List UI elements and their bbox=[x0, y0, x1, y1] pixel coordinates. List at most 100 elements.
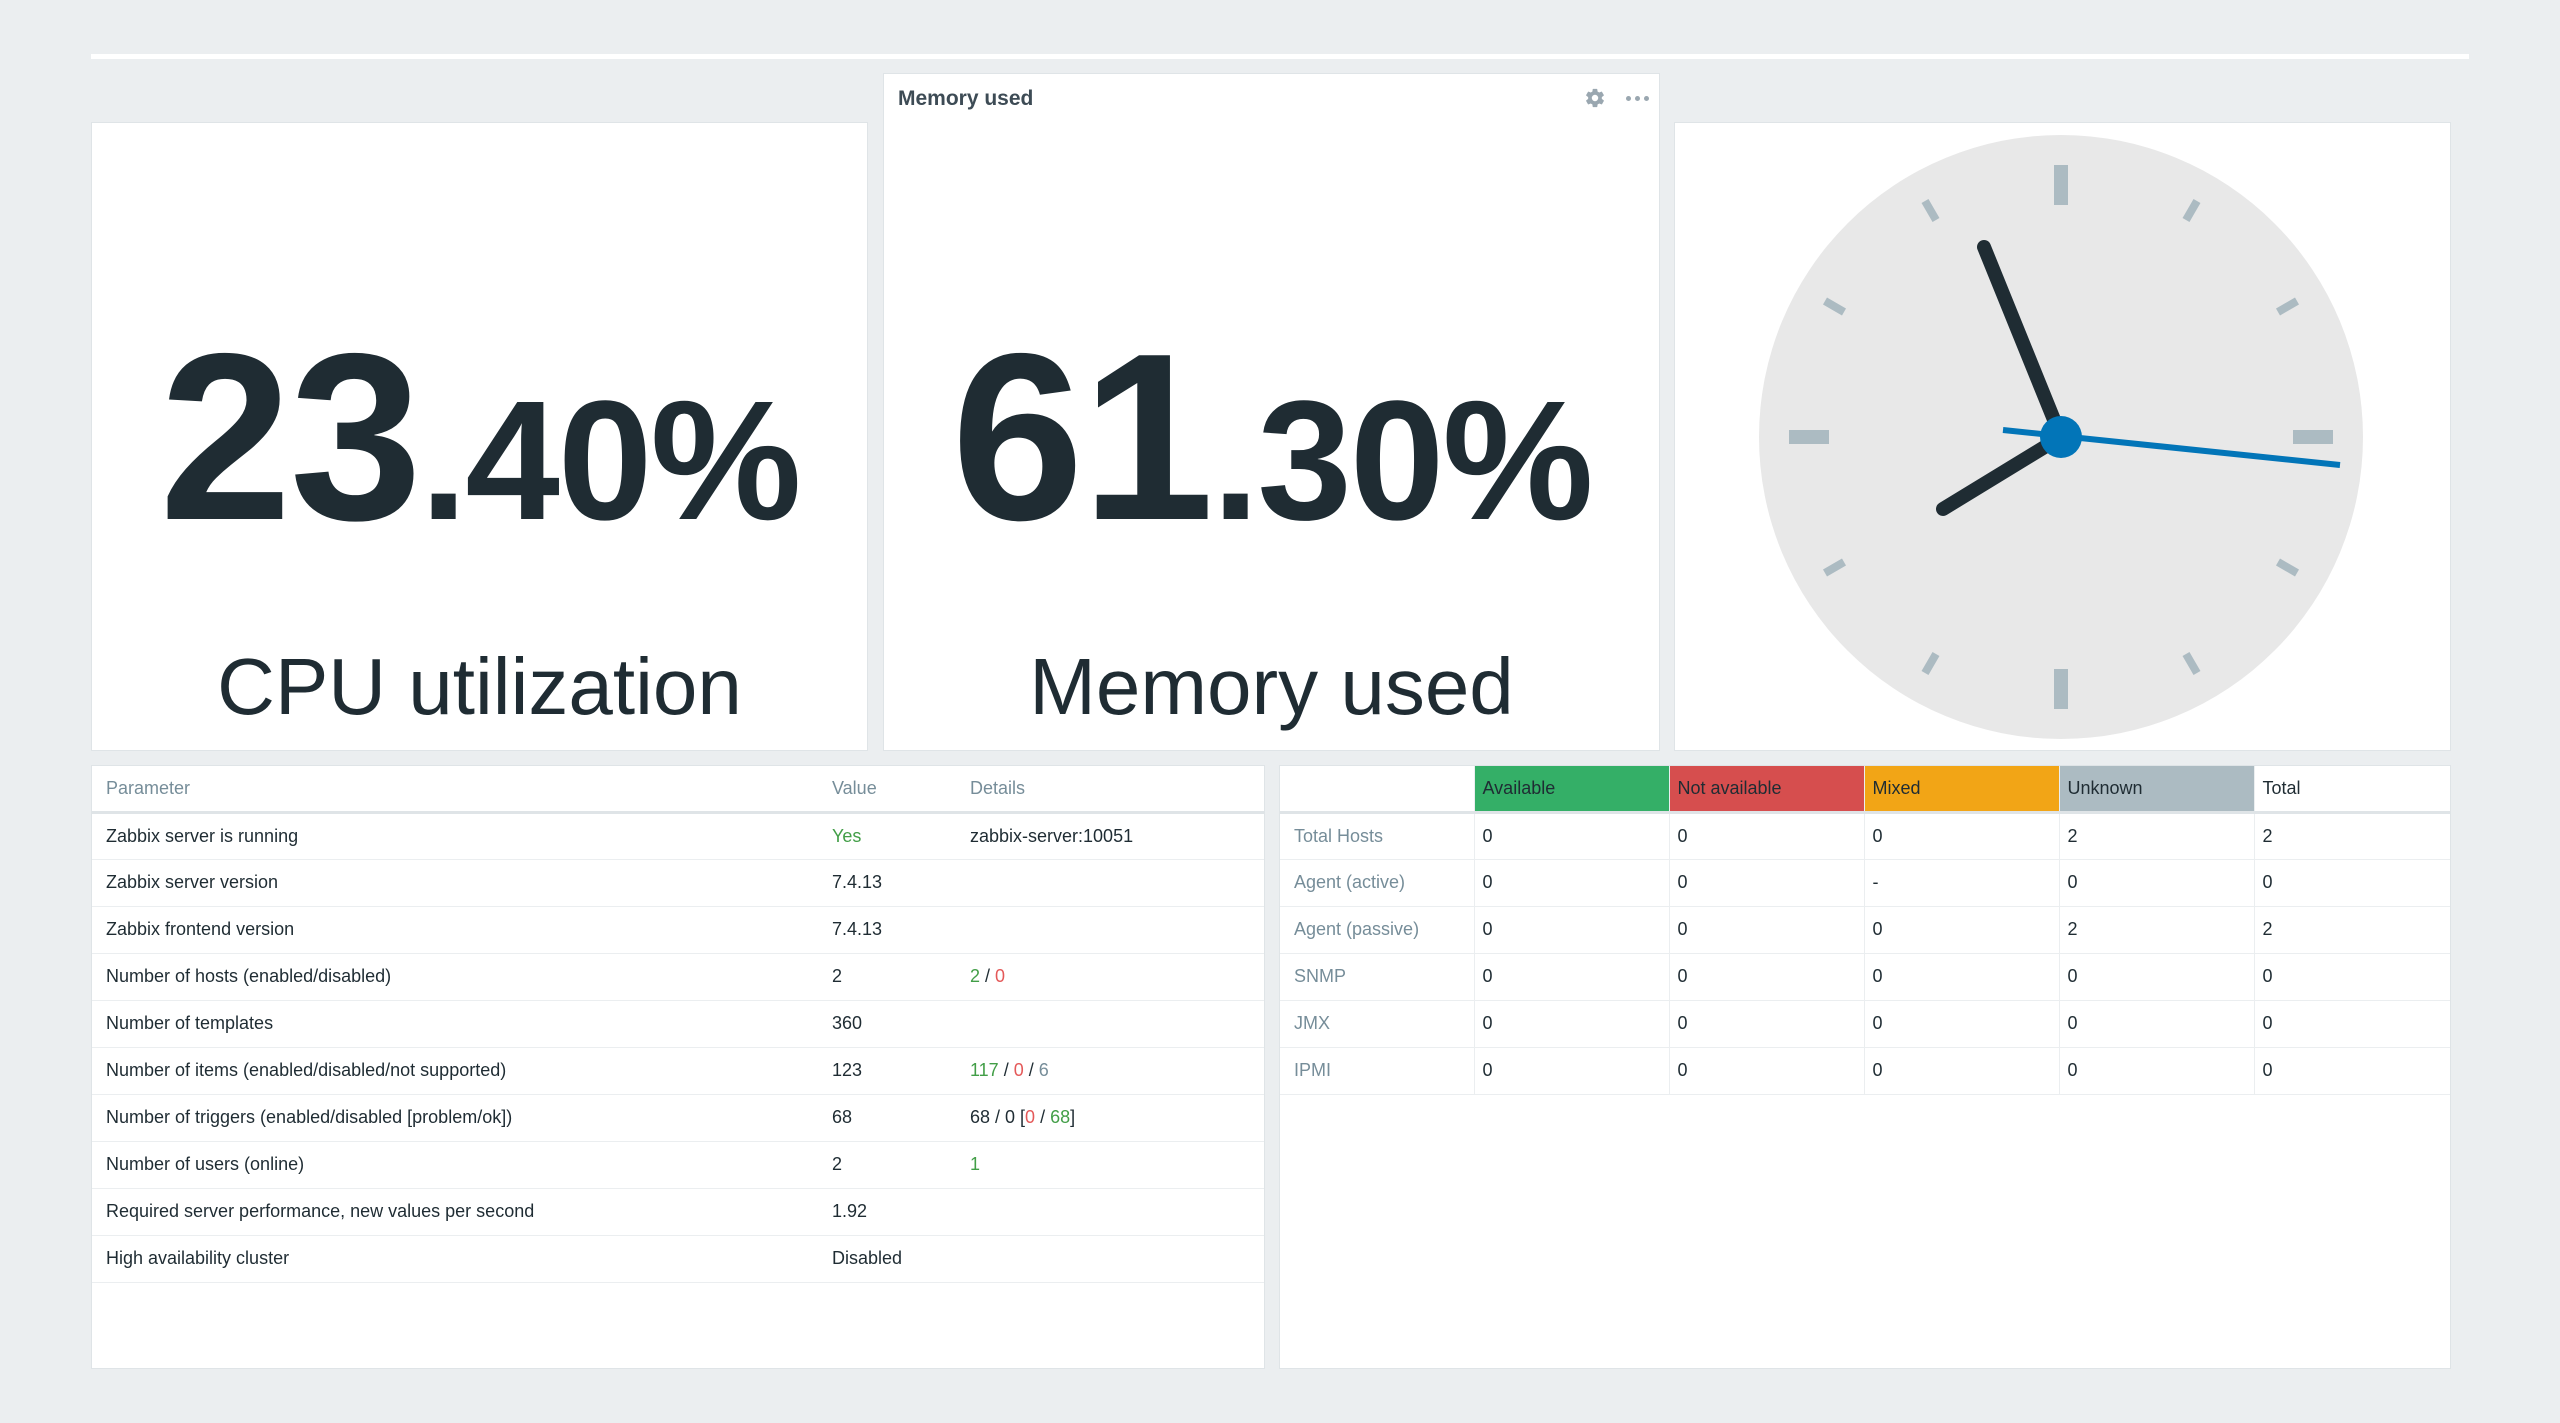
table-row: IPMI 0 0 0 0 0 bbox=[1280, 1047, 2450, 1095]
parameter-cell: Zabbix server is running bbox=[92, 812, 818, 860]
value-cell: 7.4.13 bbox=[818, 859, 956, 907]
row-label: Agent (active) bbox=[1280, 859, 1474, 907]
column-header-unknown: Unknown bbox=[2058, 766, 2254, 814]
mixed-cell: 0 bbox=[1863, 953, 2059, 1001]
details-cell bbox=[956, 1188, 1264, 1236]
value-cell: 68 bbox=[818, 1094, 956, 1142]
host-availability-widget[interactable]: Available Not available Mixed Unknown To… bbox=[1279, 765, 2451, 1369]
unknown-cell: 0 bbox=[2058, 953, 2254, 1001]
cpu-value: 23.40% bbox=[92, 301, 867, 574]
table-row: Number of users (online) 2 1 bbox=[92, 1141, 1264, 1189]
table-row: SNMP 0 0 0 0 0 bbox=[1280, 953, 2450, 1001]
details-separator: / bbox=[1023, 1060, 1039, 1080]
column-header-parameter: Parameter bbox=[92, 766, 818, 814]
available-cell: 0 bbox=[1473, 812, 1669, 860]
unknown-cell: 0 bbox=[2058, 1000, 2254, 1048]
unknown-cell: 0 bbox=[2058, 859, 2254, 907]
not-available-cell: 0 bbox=[1668, 906, 1864, 954]
details-enabled: 2 bbox=[970, 966, 981, 986]
available-cell: 0 bbox=[1473, 953, 1669, 1001]
more-options-icon bbox=[1625, 95, 1649, 101]
system-info-table: Parameter Value Details Zabbix server is… bbox=[92, 766, 1264, 1283]
details-problem: 0 bbox=[1025, 1107, 1036, 1127]
details-cell bbox=[956, 906, 1264, 954]
parameter-cell: Number of templates bbox=[92, 1000, 818, 1048]
not-available-cell: 0 bbox=[1668, 1000, 1864, 1048]
value-cell: 2 bbox=[818, 1141, 956, 1189]
column-header-mixed: Mixed bbox=[1863, 766, 2059, 814]
cpu-utilization-widget[interactable]: 23.40% CPU utilization bbox=[91, 122, 868, 751]
details-not-supported: 6 bbox=[1038, 1060, 1049, 1080]
not-available-cell: 0 bbox=[1668, 812, 1864, 860]
cpu-value-int: 23 bbox=[159, 305, 422, 570]
details-cell: 68 / 0 [0 / 68] bbox=[956, 1094, 1264, 1142]
table-row: Number of hosts (enabled/disabled) 2 2 /… bbox=[92, 953, 1264, 1001]
widget-more-button[interactable] bbox=[1623, 84, 1651, 112]
mixed-cell: 0 bbox=[1863, 906, 2059, 954]
cpu-value-decimal: .40 bbox=[420, 366, 652, 556]
value-cell: Yes bbox=[818, 812, 956, 860]
gear-icon bbox=[1586, 88, 1604, 108]
parameter-cell: Number of users (online) bbox=[92, 1141, 818, 1189]
column-header-available: Available bbox=[1473, 766, 1669, 814]
cpu-value-units: % bbox=[650, 366, 801, 556]
details-cell bbox=[956, 1235, 1264, 1283]
parameter-cell: Number of items (enabled/disabled/not su… bbox=[92, 1047, 818, 1095]
value-cell: 2 bbox=[818, 953, 956, 1001]
details-suffix: ] bbox=[1070, 1107, 1076, 1127]
value-cell: 1.92 bbox=[818, 1188, 956, 1236]
table-row: Zabbix server is running Yes zabbix-serv… bbox=[92, 812, 1264, 860]
table-row: Number of triggers (enabled/disabled [pr… bbox=[92, 1094, 1264, 1142]
details-cell: 2 / 0 bbox=[956, 953, 1264, 1001]
value-cell: 360 bbox=[818, 1000, 956, 1048]
not-available-cell: 0 bbox=[1668, 1047, 1864, 1095]
table-row: Zabbix frontend version 7.4.13 bbox=[92, 906, 1264, 954]
column-header-value: Value bbox=[818, 766, 956, 814]
unknown-cell: 2 bbox=[2058, 906, 2254, 954]
row-label: Total Hosts bbox=[1280, 812, 1474, 860]
parameter-cell: Zabbix frontend version bbox=[92, 906, 818, 954]
details-ok: 68 bbox=[1050, 1107, 1071, 1127]
value-cell: 7.4.13 bbox=[818, 906, 956, 954]
row-label: SNMP bbox=[1280, 953, 1474, 1001]
clock-widget[interactable] bbox=[1674, 122, 2451, 751]
total-cell: 2 bbox=[2253, 906, 2450, 954]
table-row: Number of items (enabled/disabled/not su… bbox=[92, 1047, 1264, 1095]
total-cell: 2 bbox=[2253, 812, 2450, 860]
unknown-cell: 2 bbox=[2058, 812, 2254, 860]
parameter-cell: Number of triggers (enabled/disabled [pr… bbox=[92, 1094, 818, 1142]
details-cell bbox=[956, 859, 1264, 907]
mixed-cell: 0 bbox=[1863, 1000, 2059, 1048]
column-header-interface bbox=[1280, 766, 1474, 814]
parameter-cell: Number of hosts (enabled/disabled) bbox=[92, 953, 818, 1001]
details-cell bbox=[956, 1000, 1264, 1048]
table-row: Agent (passive) 0 0 0 2 2 bbox=[1280, 906, 2450, 954]
details-cell: 1 bbox=[956, 1141, 1264, 1189]
mixed-cell: - bbox=[1863, 859, 2059, 907]
mixed-cell: 0 bbox=[1863, 812, 2059, 860]
value-cell: 123 bbox=[818, 1047, 956, 1095]
column-header-not-available: Not available bbox=[1668, 766, 1864, 814]
unknown-cell: 0 bbox=[2058, 1047, 2254, 1095]
memory-value: 61.30% bbox=[884, 301, 1659, 574]
details-prefix: 68 / 0 [ bbox=[970, 1107, 1026, 1127]
widget-header: Memory used bbox=[884, 74, 1659, 122]
memory-description: Memory used bbox=[1029, 642, 1514, 731]
table-row: Total Hosts 0 0 0 2 2 bbox=[1280, 812, 2450, 860]
available-cell: 0 bbox=[1473, 859, 1669, 907]
memory-used-widget[interactable]: Memory used 61.30% Memory used bbox=[883, 73, 1660, 751]
table-row: Required server performance, new values … bbox=[92, 1188, 1264, 1236]
mixed-cell: 0 bbox=[1863, 1047, 2059, 1095]
details-separator: / bbox=[1035, 1107, 1051, 1127]
analog-clock bbox=[1759, 135, 2363, 739]
memory-value-int: 61 bbox=[951, 305, 1214, 570]
system-information-widget[interactable]: Parameter Value Details Zabbix server is… bbox=[91, 765, 1265, 1369]
not-available-cell: 0 bbox=[1668, 953, 1864, 1001]
total-cell: 0 bbox=[2253, 859, 2450, 907]
row-label: JMX bbox=[1280, 1000, 1474, 1048]
widget-settings-button[interactable] bbox=[1581, 84, 1609, 112]
details-disabled: 0 bbox=[995, 966, 1006, 986]
table-row: High availability cluster Disabled bbox=[92, 1235, 1264, 1283]
row-label: IPMI bbox=[1280, 1047, 1474, 1095]
value-cell: Disabled bbox=[818, 1235, 956, 1283]
